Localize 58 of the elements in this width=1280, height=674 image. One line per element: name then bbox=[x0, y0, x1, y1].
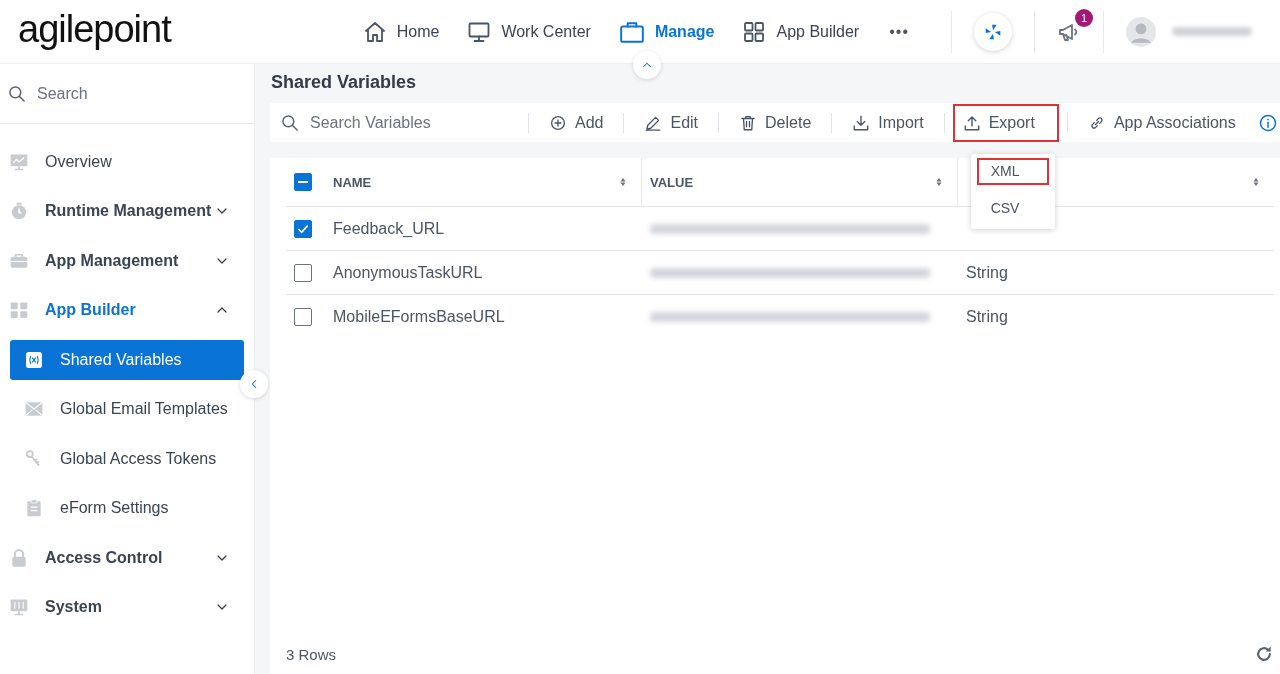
sidebar-item[interactable]: Runtime Management bbox=[0, 186, 254, 236]
table-cell: MobileEFormsBaseURL bbox=[333, 307, 505, 326]
nav-tab[interactable]: Work Center bbox=[467, 19, 591, 44]
search-icon bbox=[280, 112, 300, 133]
nav-tab[interactable]: App Builder bbox=[742, 19, 860, 44]
sidebar-subitem[interactable]: Global Email Templates bbox=[10, 384, 244, 434]
more-button[interactable]: ••• bbox=[889, 22, 909, 41]
menu-option[interactable]: CSV bbox=[976, 190, 1049, 225]
sliders-monitor-icon bbox=[9, 597, 29, 618]
trash-icon bbox=[739, 113, 758, 132]
sidebar-item[interactable]: Access Control bbox=[0, 533, 254, 583]
tiles-icon bbox=[9, 300, 29, 321]
app-launcher-button[interactable] bbox=[974, 12, 1012, 51]
nav-tab[interactable]: Home bbox=[362, 19, 440, 44]
info-icon[interactable] bbox=[1258, 112, 1278, 133]
row-checkbox[interactable] bbox=[294, 219, 312, 238]
sidebar-item[interactable]: System bbox=[0, 582, 254, 632]
toolbar-button[interactable]: Edit bbox=[632, 103, 711, 142]
collapse-sidebar-button[interactable] bbox=[240, 370, 268, 398]
sidebar-subitem[interactable]: Shared Variables bbox=[10, 340, 244, 380]
download-icon bbox=[852, 113, 871, 132]
select-all-checkbox[interactable] bbox=[294, 173, 312, 191]
logo[interactable]: agilepoint bbox=[18, 9, 171, 54]
clipboard-icon bbox=[24, 498, 44, 519]
search-field[interactable]: Search Variables bbox=[308, 112, 508, 133]
sidebar-item[interactable]: App Builder bbox=[0, 285, 254, 335]
refresh-icon[interactable] bbox=[1254, 644, 1274, 664]
row-checkbox[interactable] bbox=[294, 263, 312, 282]
row-checkbox[interactable] bbox=[294, 307, 312, 326]
page-title: Shared Variables bbox=[271, 72, 418, 94]
toolbar-button[interactable]: Delete bbox=[727, 103, 824, 142]
table-cell: AnonymousTaskURL bbox=[333, 263, 483, 282]
sidebar-subitem[interactable]: eForm Settings bbox=[10, 483, 244, 533]
menu-option[interactable]: XML bbox=[976, 157, 1049, 185]
toolbar-button[interactable]: Add bbox=[537, 103, 616, 142]
table-cell: Feedback_URL bbox=[333, 219, 445, 238]
toolbar-button[interactable]: Export bbox=[952, 103, 1059, 142]
house-icon bbox=[362, 19, 387, 44]
search-field[interactable]: Search bbox=[35, 83, 246, 104]
column-header[interactable]: NAME bbox=[333, 174, 372, 190]
toolbar-button[interactable]: Import bbox=[840, 103, 936, 142]
grid-icon bbox=[742, 19, 767, 44]
sidebar-subitem[interactable]: Global Access Tokens bbox=[10, 434, 244, 484]
sidebar-item[interactable]: Overview bbox=[0, 137, 254, 187]
notification-badge: 1 bbox=[1075, 8, 1093, 27]
padlock-icon bbox=[9, 547, 29, 568]
stopwatch-icon bbox=[9, 201, 29, 222]
row-count: 3 Rows bbox=[286, 645, 337, 663]
plus-circle-icon bbox=[549, 113, 567, 132]
variable-icon bbox=[24, 350, 44, 370]
search-icon bbox=[7, 83, 27, 104]
table-cell: String bbox=[966, 307, 1008, 326]
table-cell: String bbox=[966, 263, 1008, 282]
sidebar-item[interactable]: App Management bbox=[0, 236, 254, 286]
nav-tab[interactable]: Manage bbox=[618, 18, 715, 45]
column-header[interactable]: VALUE bbox=[650, 174, 694, 190]
upload-icon bbox=[962, 113, 981, 132]
toolbar-button[interactable]: App Associations bbox=[1075, 103, 1248, 142]
